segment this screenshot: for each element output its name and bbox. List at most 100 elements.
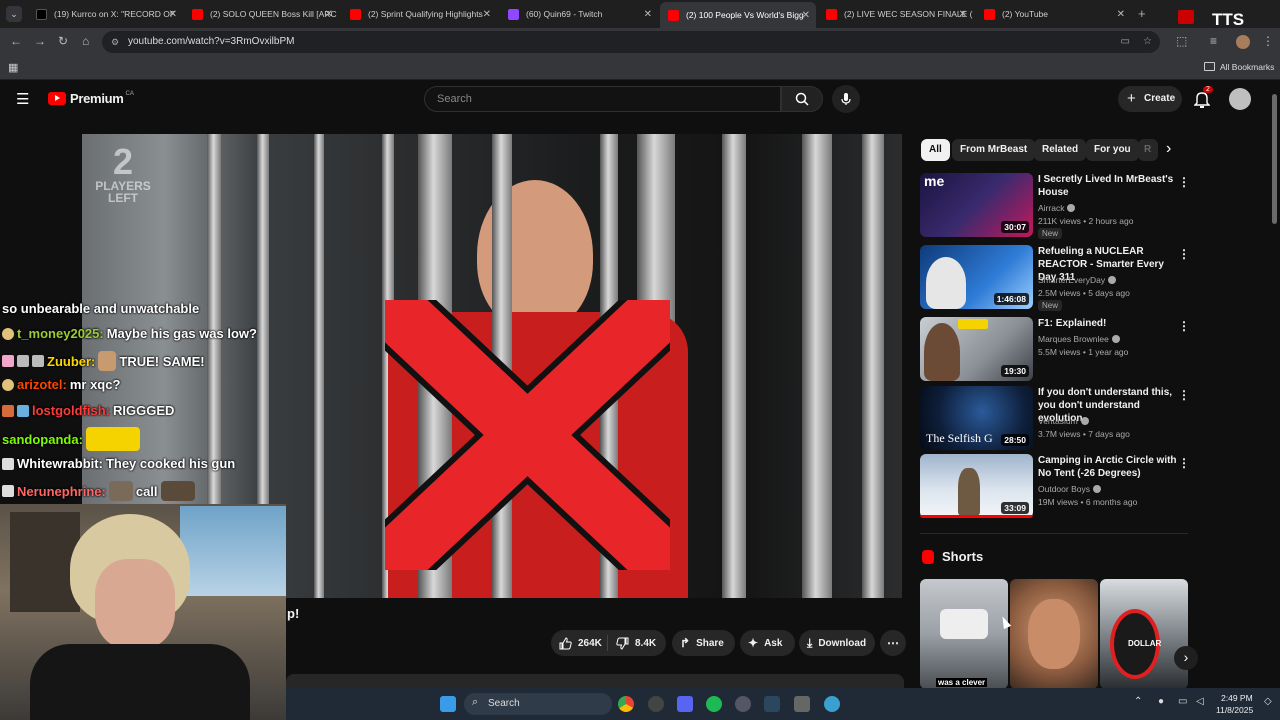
- channel-name[interactable]: Veritasium: [1038, 416, 1089, 426]
- tray-mic-icon[interactable]: ●: [1158, 696, 1164, 707]
- channel-name[interactable]: Marques Brownlee: [1038, 334, 1120, 344]
- chip-related[interactable]: Related: [1034, 139, 1087, 161]
- chip-all[interactable]: All: [921, 139, 950, 161]
- more-actions-button[interactable]: ⋯: [880, 630, 906, 656]
- chat-text: mr xqc?: [69, 377, 121, 392]
- tray-volume-icon[interactable]: ◁: [1196, 696, 1204, 707]
- tray-notifications-icon[interactable]: ◇: [1264, 696, 1272, 707]
- more-options-icon[interactable]: ⋮: [1178, 456, 1190, 470]
- recommendation-item[interactable]: 1:46:08 Refueling a NUCLEAR REACTOR - Sm…: [920, 245, 1190, 311]
- close-tab-icon[interactable]: ✕: [644, 9, 652, 20]
- chip-for-you[interactable]: For you: [1086, 139, 1139, 161]
- media-icon[interactable]: ≡: [1210, 34, 1217, 48]
- tray-time[interactable]: 2:49 PM: [1221, 693, 1253, 703]
- description-box[interactable]: [286, 674, 904, 688]
- voice-search-button[interactable]: [832, 85, 860, 113]
- download-button[interactable]: ⤓ Download: [799, 630, 875, 656]
- create-button[interactable]: + Create: [1118, 86, 1182, 112]
- tray-date[interactable]: 11/8/2025: [1216, 705, 1253, 715]
- recommendation-item[interactable]: The Selfish G 28:50 If you don't underst…: [920, 386, 1190, 450]
- video-thumbnail[interactable]: 19:30: [920, 317, 1033, 381]
- page-scrollbar[interactable]: [1270, 88, 1278, 688]
- account-avatar[interactable]: [1229, 88, 1251, 110]
- browser-tab[interactable]: (2) SOLO QUEEN Boss Kill [ARC ✕: [184, 3, 339, 25]
- browser-tab[interactable]: (2) LIVE WEC SEASON FINALE (✕: [818, 3, 973, 25]
- browser-app-icon[interactable]: [824, 696, 840, 712]
- browser-tab[interactable]: (60) Quin69 - Twitch ✕: [500, 3, 658, 25]
- tray-overflow-icon[interactable]: ⌃: [1134, 696, 1142, 707]
- more-options-icon[interactable]: ⋮: [1178, 319, 1190, 333]
- video-thumbnail[interactable]: 33:09: [920, 454, 1033, 518]
- like-button[interactable]: 264K: [551, 636, 607, 650]
- notifications-button[interactable]: 2: [1193, 86, 1213, 113]
- apps-grid-icon[interactable]: ▦: [8, 61, 18, 74]
- spotify-icon[interactable]: [706, 696, 722, 712]
- scrollbar-thumb[interactable]: [1272, 94, 1277, 224]
- recommendation-title[interactable]: F1: Explained!: [1038, 317, 1178, 330]
- recommendation-title[interactable]: I Secretly Lived In MrBeast's House: [1038, 173, 1178, 199]
- app-icon[interactable]: [735, 696, 751, 712]
- chip-more[interactable]: R: [1138, 139, 1158, 161]
- search-button[interactable]: [781, 86, 823, 112]
- all-bookmarks-link[interactable]: All Bookmarks: [1220, 62, 1274, 72]
- reload-icon[interactable]: ↻: [58, 34, 68, 48]
- discord-icon[interactable]: [677, 696, 693, 712]
- site-info-icon[interactable]: ⚙: [111, 31, 119, 53]
- recommendation-item[interactable]: me 30:07 I Secretly Lived In MrBeast's H…: [920, 173, 1190, 239]
- recommendation-title[interactable]: Camping in Arctic Circle with No Tent (-…: [1038, 454, 1178, 480]
- close-tab-icon[interactable]: ✕: [169, 9, 177, 20]
- channel-name[interactable]: Outdoor Boys: [1038, 484, 1101, 494]
- steam-icon[interactable]: [764, 696, 780, 712]
- recommendation-item[interactable]: 33:09 Camping in Arctic Circle with No T…: [920, 454, 1190, 518]
- home-icon[interactable]: ⌂: [82, 34, 89, 48]
- close-tab-icon[interactable]: ✕: [325, 9, 333, 20]
- search-input[interactable]: Search: [424, 86, 781, 112]
- taskbar-search[interactable]: ⌕ Search: [464, 693, 612, 715]
- back-icon[interactable]: ←: [10, 34, 22, 48]
- shorts-item[interactable]: was a clever: [920, 579, 1008, 689]
- url-bar[interactable]: ⚙ youtube.com/watch?v=3RmOvxilbPM ▭ ☆: [102, 31, 1160, 53]
- browser-tab-active[interactable]: (2) 100 People Vs World's Bigg ✕: [660, 2, 816, 28]
- chrome-icon[interactable]: [618, 696, 634, 712]
- close-tab-icon[interactable]: ✕: [483, 9, 491, 20]
- more-options-icon[interactable]: ⋮: [1178, 247, 1190, 261]
- calculator-icon[interactable]: [794, 696, 810, 712]
- hamburger-menu-icon[interactable]: ☰: [16, 90, 29, 108]
- bookmark-star-icon[interactable]: ☆: [1143, 31, 1152, 53]
- browser-tab[interactable]: (2) YouTube ✕: [976, 3, 1131, 25]
- shorts-next-button[interactable]: ›: [1174, 646, 1198, 670]
- tab-search-icon[interactable]: ⌄: [6, 6, 22, 22]
- windows-start-icon[interactable]: [440, 696, 456, 712]
- obs-icon[interactable]: [648, 696, 664, 712]
- ask-button[interactable]: ✦ Ask: [740, 630, 795, 656]
- tray-network-icon[interactable]: ▭: [1178, 696, 1187, 707]
- browser-menu-icon[interactable]: ⋮: [1262, 34, 1274, 48]
- share-button[interactable]: ↱ Share: [672, 630, 735, 656]
- browser-tab[interactable]: (19) Kurrco on X: "RECORD OF ✕: [28, 3, 183, 25]
- more-options-icon[interactable]: ⋮: [1178, 388, 1190, 402]
- close-tab-icon[interactable]: ✕: [802, 10, 810, 21]
- profile-avatar[interactable]: [1236, 35, 1250, 49]
- dislike-button[interactable]: 8.4K: [608, 637, 656, 650]
- video-thumbnail[interactable]: The Selfish G 28:50: [920, 386, 1033, 450]
- channel-name[interactable]: Airrack: [1038, 203, 1076, 213]
- browser-tab[interactable]: (2) Sprint Qualifying Highlights ✕: [342, 3, 497, 25]
- chip-from-mrbeast[interactable]: From MrBeast: [952, 139, 1036, 161]
- video-thumbnail[interactable]: 1:46:08: [920, 245, 1033, 309]
- tab-title: (2) LIVE WEC SEASON FINALE (: [844, 9, 973, 19]
- video-thumbnail[interactable]: me 30:07: [920, 173, 1033, 237]
- close-tab-icon[interactable]: ✕: [1117, 9, 1125, 20]
- shorts-item[interactable]: [1010, 579, 1098, 689]
- channel-name[interactable]: SmarterEveryDay: [1038, 275, 1117, 285]
- forward-icon[interactable]: →: [34, 34, 46, 48]
- extensions-icon[interactable]: ⬚: [1176, 34, 1187, 48]
- cast-icon[interactable]: ▭: [1121, 31, 1130, 53]
- close-tab-icon[interactable]: ✕: [959, 9, 967, 20]
- chevron-right-icon[interactable]: ›: [1166, 140, 1171, 158]
- shorts-item[interactable]: DOLLAR: [1100, 579, 1188, 689]
- new-tab-icon[interactable]: +: [1138, 6, 1146, 21]
- youtube-logo[interactable]: Premium CA: [48, 91, 134, 106]
- streamer-face: [95, 559, 175, 649]
- recommendation-item[interactable]: 19:30 F1: Explained! Marques Brownlee 5.…: [920, 317, 1190, 381]
- more-options-icon[interactable]: ⋮: [1178, 175, 1190, 189]
